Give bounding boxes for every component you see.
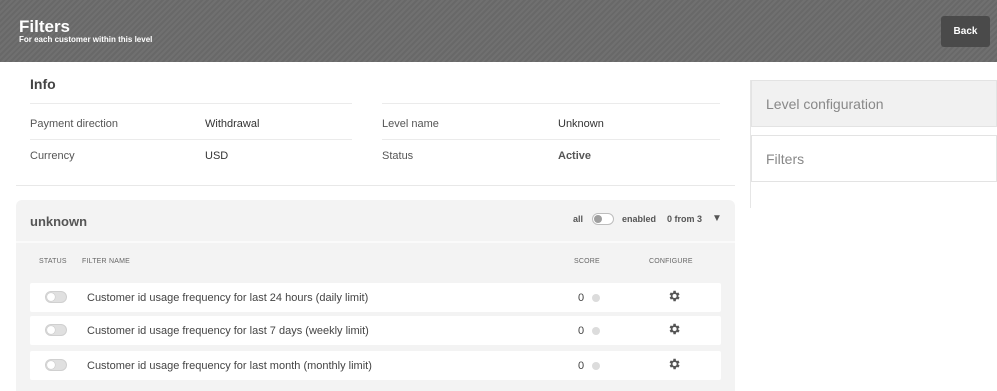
- column-header-configure: CONFIGURE: [649, 258, 693, 265]
- group-title: unknown: [30, 214, 88, 229]
- enabled-count: 0 from 3: [667, 214, 703, 224]
- currency-value: USD: [205, 150, 229, 162]
- gear-icon[interactable]: [667, 288, 681, 304]
- filter-score: 0: [578, 325, 585, 337]
- filter-score: 0: [578, 360, 585, 372]
- filter-status-toggle[interactable]: [45, 291, 67, 303]
- payment-direction-value: Withdrawal: [205, 118, 260, 130]
- gear-icon[interactable]: [667, 321, 681, 337]
- sidebar: Level configuration Filters: [750, 80, 997, 208]
- info-heading: Info: [30, 76, 56, 92]
- page-title: Filters: [19, 17, 71, 36]
- triangle-down-icon[interactable]: ▼: [712, 213, 722, 224]
- score-indicator-icon: [592, 327, 600, 335]
- column-header-filter-name: FILTER NAME: [82, 258, 130, 265]
- enabled-label: enabled: [622, 214, 657, 224]
- divider: [30, 139, 352, 140]
- sidebar-item-level-configuration[interactable]: Level configuration: [751, 80, 997, 127]
- divider: [16, 241, 735, 243]
- back-button[interactable]: Back: [941, 16, 990, 47]
- page-subtitle: For each customer within this level: [19, 35, 153, 44]
- sidebar-item-label: Filters: [766, 150, 805, 167]
- divider: [382, 103, 720, 104]
- score-indicator-icon: [592, 294, 600, 302]
- payment-direction-label: Payment direction: [30, 118, 119, 130]
- info-panel: Info Payment direction Withdrawal Level …: [16, 62, 735, 186]
- filter-name: Customer id usage frequency for last 7 d…: [87, 325, 369, 337]
- filter-name: Customer id usage frequency for last 24 …: [87, 292, 369, 304]
- level-name-label: Level name: [382, 118, 439, 130]
- status-value: Active: [558, 150, 592, 162]
- filter-status-toggle[interactable]: [45, 359, 67, 371]
- column-header-score: SCORE: [574, 258, 600, 265]
- filter-group: unknown all enabled 0 from 3 ▼ STATUS FI…: [16, 200, 735, 391]
- group-enabled-toggle[interactable]: [592, 213, 614, 225]
- filter-row: Customer id usage frequency for last mon…: [30, 351, 721, 380]
- filter-row: Customer id usage frequency for last 7 d…: [30, 316, 721, 345]
- filter-score: 0: [578, 292, 585, 304]
- filter-row: Customer id usage frequency for last 24 …: [30, 283, 721, 312]
- page-header: Filters For each customer within this le…: [0, 0, 997, 62]
- gear-icon[interactable]: [667, 356, 681, 372]
- sidebar-item-filters[interactable]: Filters: [751, 135, 997, 182]
- currency-label: Currency: [30, 150, 75, 162]
- level-name-value: Unknown: [558, 118, 604, 130]
- sidebar-item-label: Level configuration: [766, 95, 884, 112]
- status-label: Status: [382, 150, 414, 162]
- column-header-status: STATUS: [39, 258, 67, 265]
- filter-status-toggle[interactable]: [45, 324, 67, 336]
- filter-name: Customer id usage frequency for last mon…: [87, 360, 372, 372]
- all-label: all: [573, 214, 584, 224]
- divider: [382, 139, 720, 140]
- score-indicator-icon: [592, 362, 600, 370]
- divider: [30, 103, 352, 104]
